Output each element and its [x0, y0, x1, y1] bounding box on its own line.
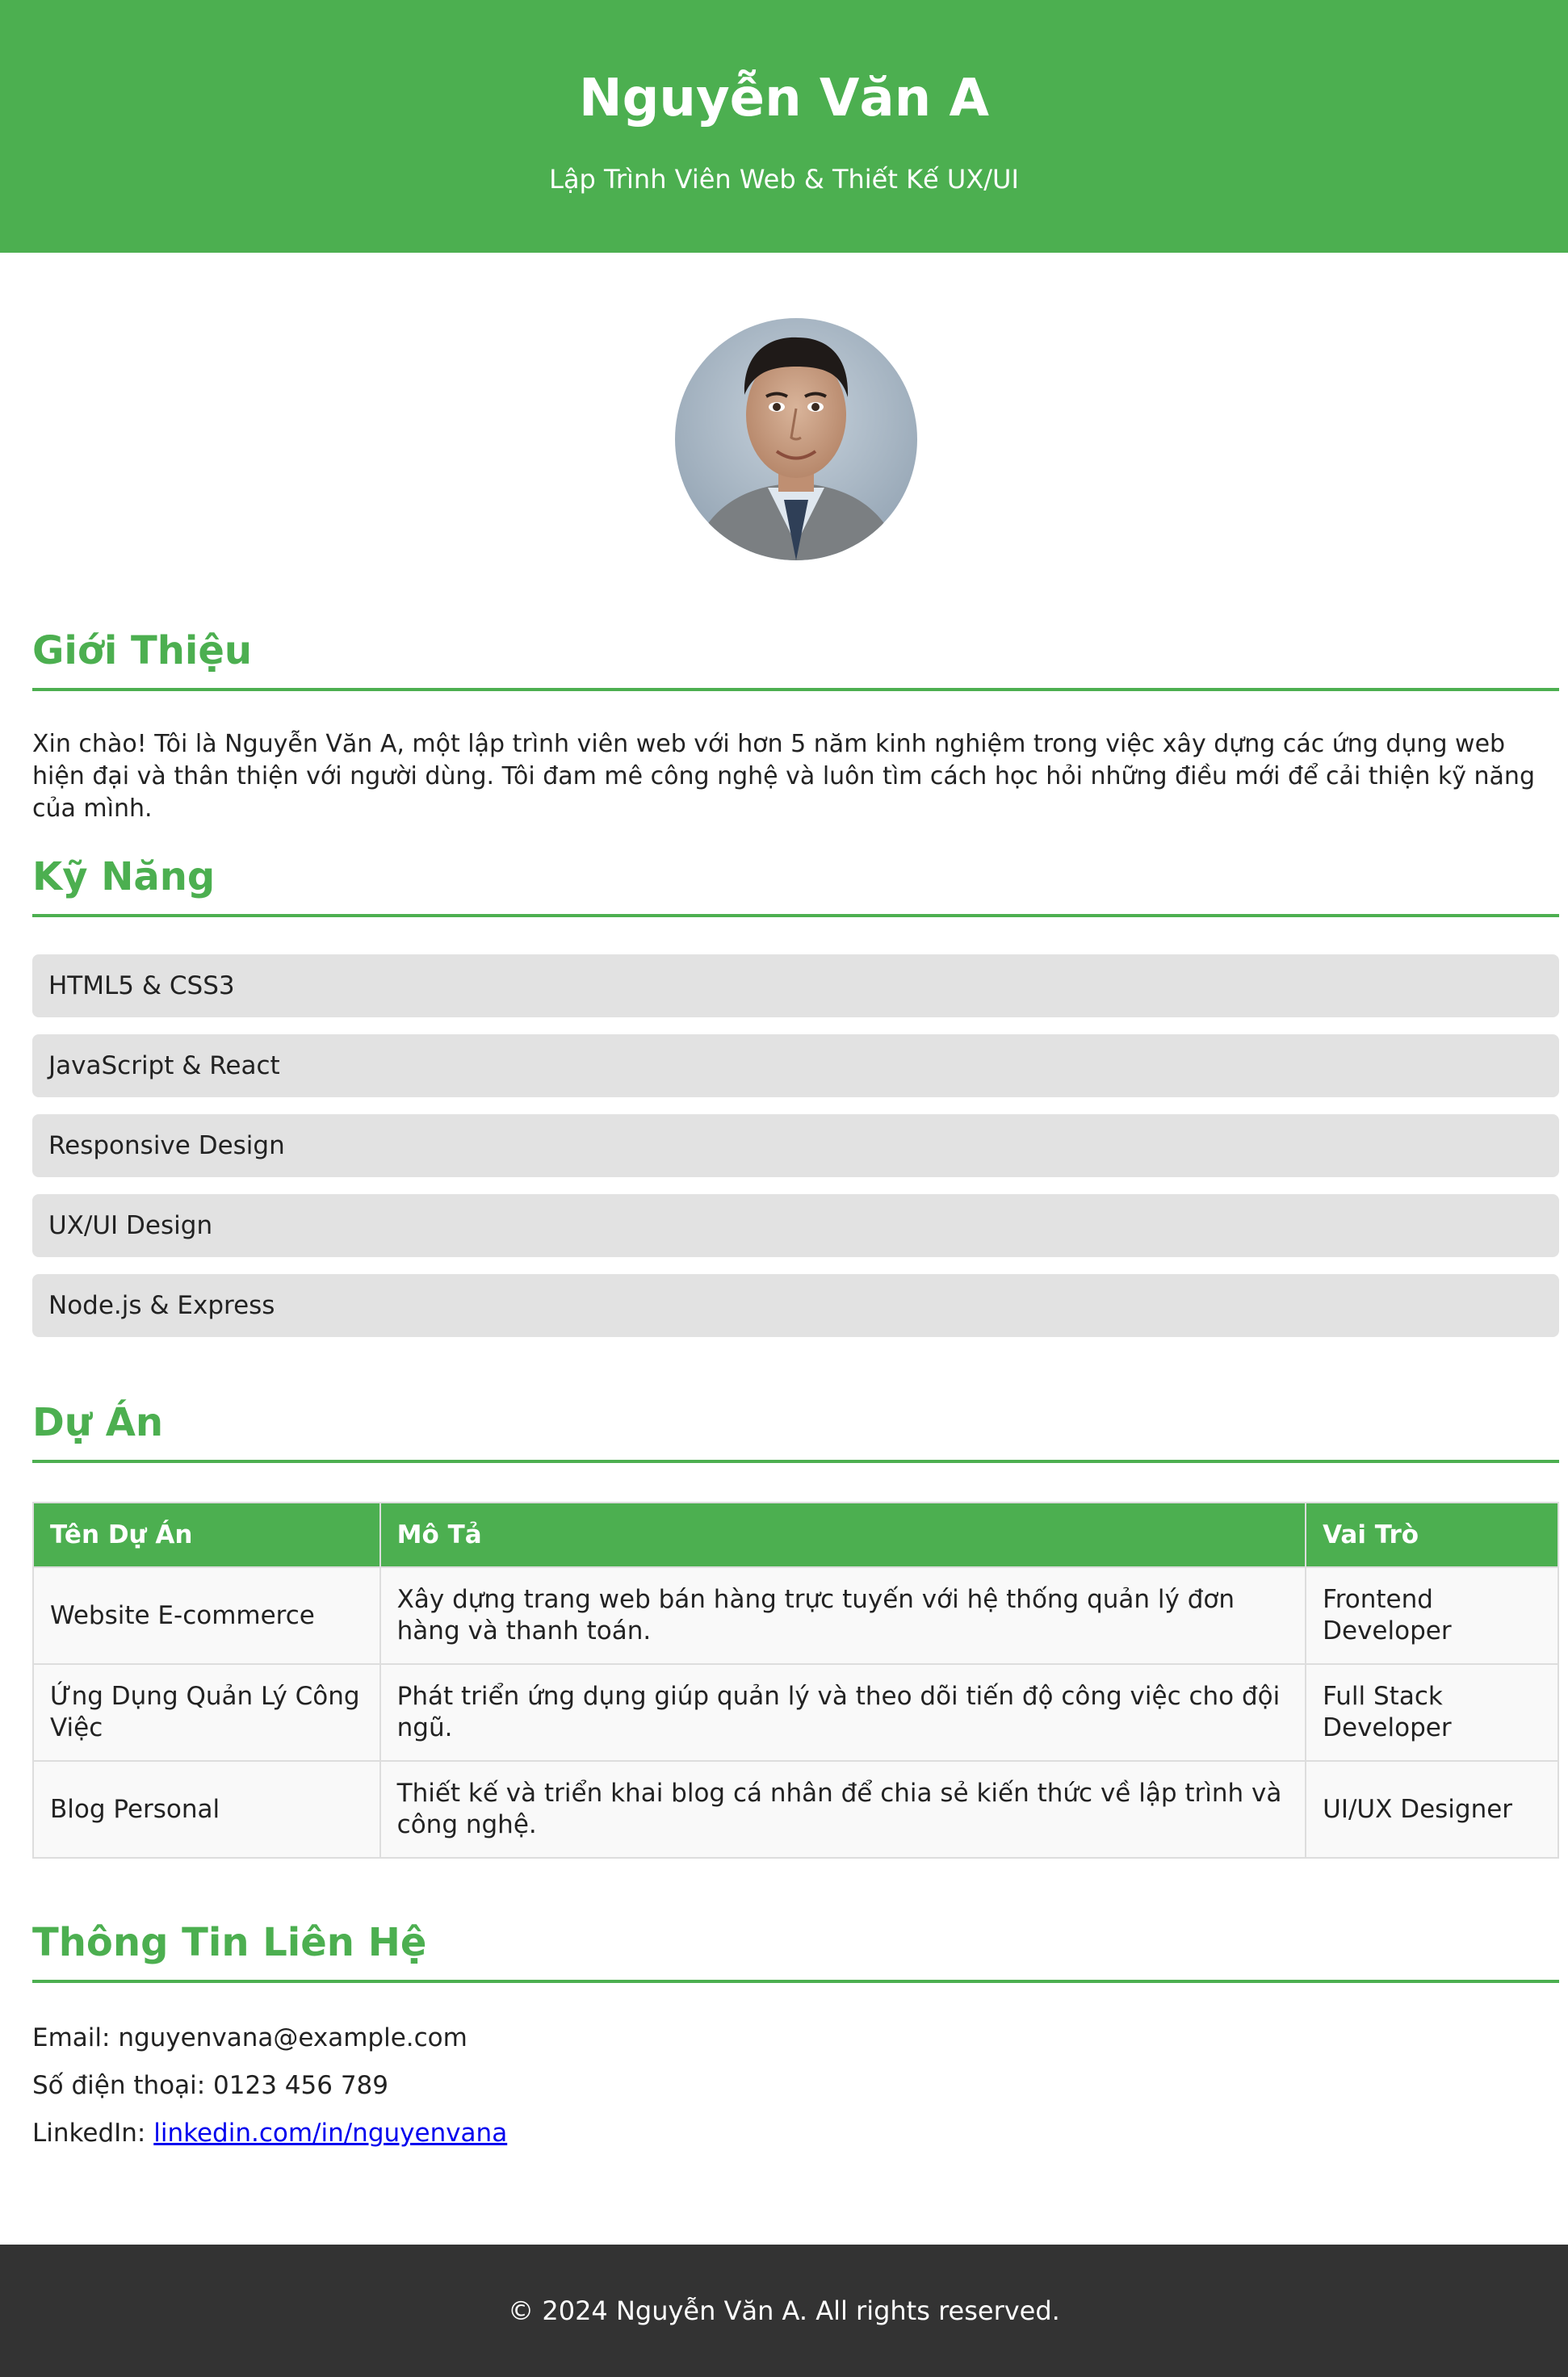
skill-item: Responsive Design: [32, 1114, 1559, 1177]
contact-phone: Số điện thoại: 0123 456 789: [32, 2068, 388, 2103]
skill-item: HTML5 & CSS3: [32, 954, 1559, 1017]
project-name-cell: Website E-commerce: [32, 1566, 381, 1665]
table-row: Website E-commerce Xây dựng trang web bá…: [32, 1566, 1559, 1665]
skill-item: UX/UI Design: [32, 1194, 1559, 1257]
project-name-cell: Blog Personal: [32, 1760, 381, 1859]
project-role-cell: UI/UX Designer: [1305, 1760, 1559, 1859]
email-value: nguyenvana@example.com: [118, 2023, 467, 2052]
project-description-cell: Phát triển ứng dụng giúp quản lý và theo…: [379, 1663, 1307, 1762]
phone-label: Số điện thoại:: [32, 2071, 206, 2100]
page-subtitle: Lập Trình Viên Web & Thiết Kế UX/UI: [549, 164, 1019, 195]
projects-section-title: Dự Án: [32, 1398, 1559, 1463]
column-header-role: Vai Trò: [1305, 1502, 1559, 1568]
linkedin-link[interactable]: linkedin.com/in/nguyenvana: [153, 2119, 507, 2148]
project-role-cell: Frontend Developer: [1305, 1566, 1559, 1665]
page-footer: © 2024 Nguyễn Văn A. All rights reserved…: [0, 2245, 1568, 2377]
projects-table: Tên Dự Án Mô Tả Vai Trò Website E-commer…: [32, 1502, 1559, 1859]
project-role-cell: Full Stack Developer: [1305, 1663, 1559, 1762]
contact-linkedin: LinkedIn: linkedin.com/in/nguyenvana: [32, 2115, 507, 2151]
linkedin-label: LinkedIn:: [32, 2119, 146, 2148]
table-row: Blog Personal Thiết kế và triển khai blo…: [32, 1760, 1559, 1859]
project-name-cell: Ứng Dụng Quản Lý Công Việc: [32, 1663, 381, 1762]
contact-email: Email: nguyenvana@example.com: [32, 2020, 467, 2056]
about-section-title: Giới Thiệu: [32, 627, 1559, 691]
phone-value: 0123 456 789: [213, 2071, 388, 2100]
project-description-cell: Thiết kế và triển khai blog cá nhân để c…: [379, 1760, 1307, 1859]
skill-item: JavaScript & React: [32, 1034, 1559, 1097]
about-text: Xin chào! Tôi là Nguyễn Văn A, một lập t…: [32, 730, 1535, 823]
table-row: Ứng Dụng Quản Lý Công Việc Phát triển ứn…: [32, 1663, 1559, 1762]
footer-copyright: © 2024 Nguyễn Văn A. All rights reserved…: [508, 2295, 1060, 2326]
email-label: Email:: [32, 2023, 111, 2052]
page-header: Nguyễn Văn A Lập Trình Viên Web & Thiết …: [0, 0, 1568, 253]
column-header-project-name: Tên Dự Án: [32, 1502, 381, 1568]
avatar: [675, 318, 917, 560]
contact-section-title: Thông Tin Liên Hệ: [32, 1918, 1559, 1983]
page-title: Nguyễn Văn A: [579, 69, 989, 128]
table-header-row: Tên Dự Án Mô Tả Vai Trò: [32, 1502, 1559, 1568]
skills-section-title: Kỹ Năng: [32, 853, 1559, 917]
project-description-cell: Xây dựng trang web bán hàng trực tuyến v…: [379, 1566, 1307, 1665]
column-header-description: Mô Tả: [379, 1502, 1307, 1568]
skill-item: Node.js & Express: [32, 1274, 1559, 1337]
